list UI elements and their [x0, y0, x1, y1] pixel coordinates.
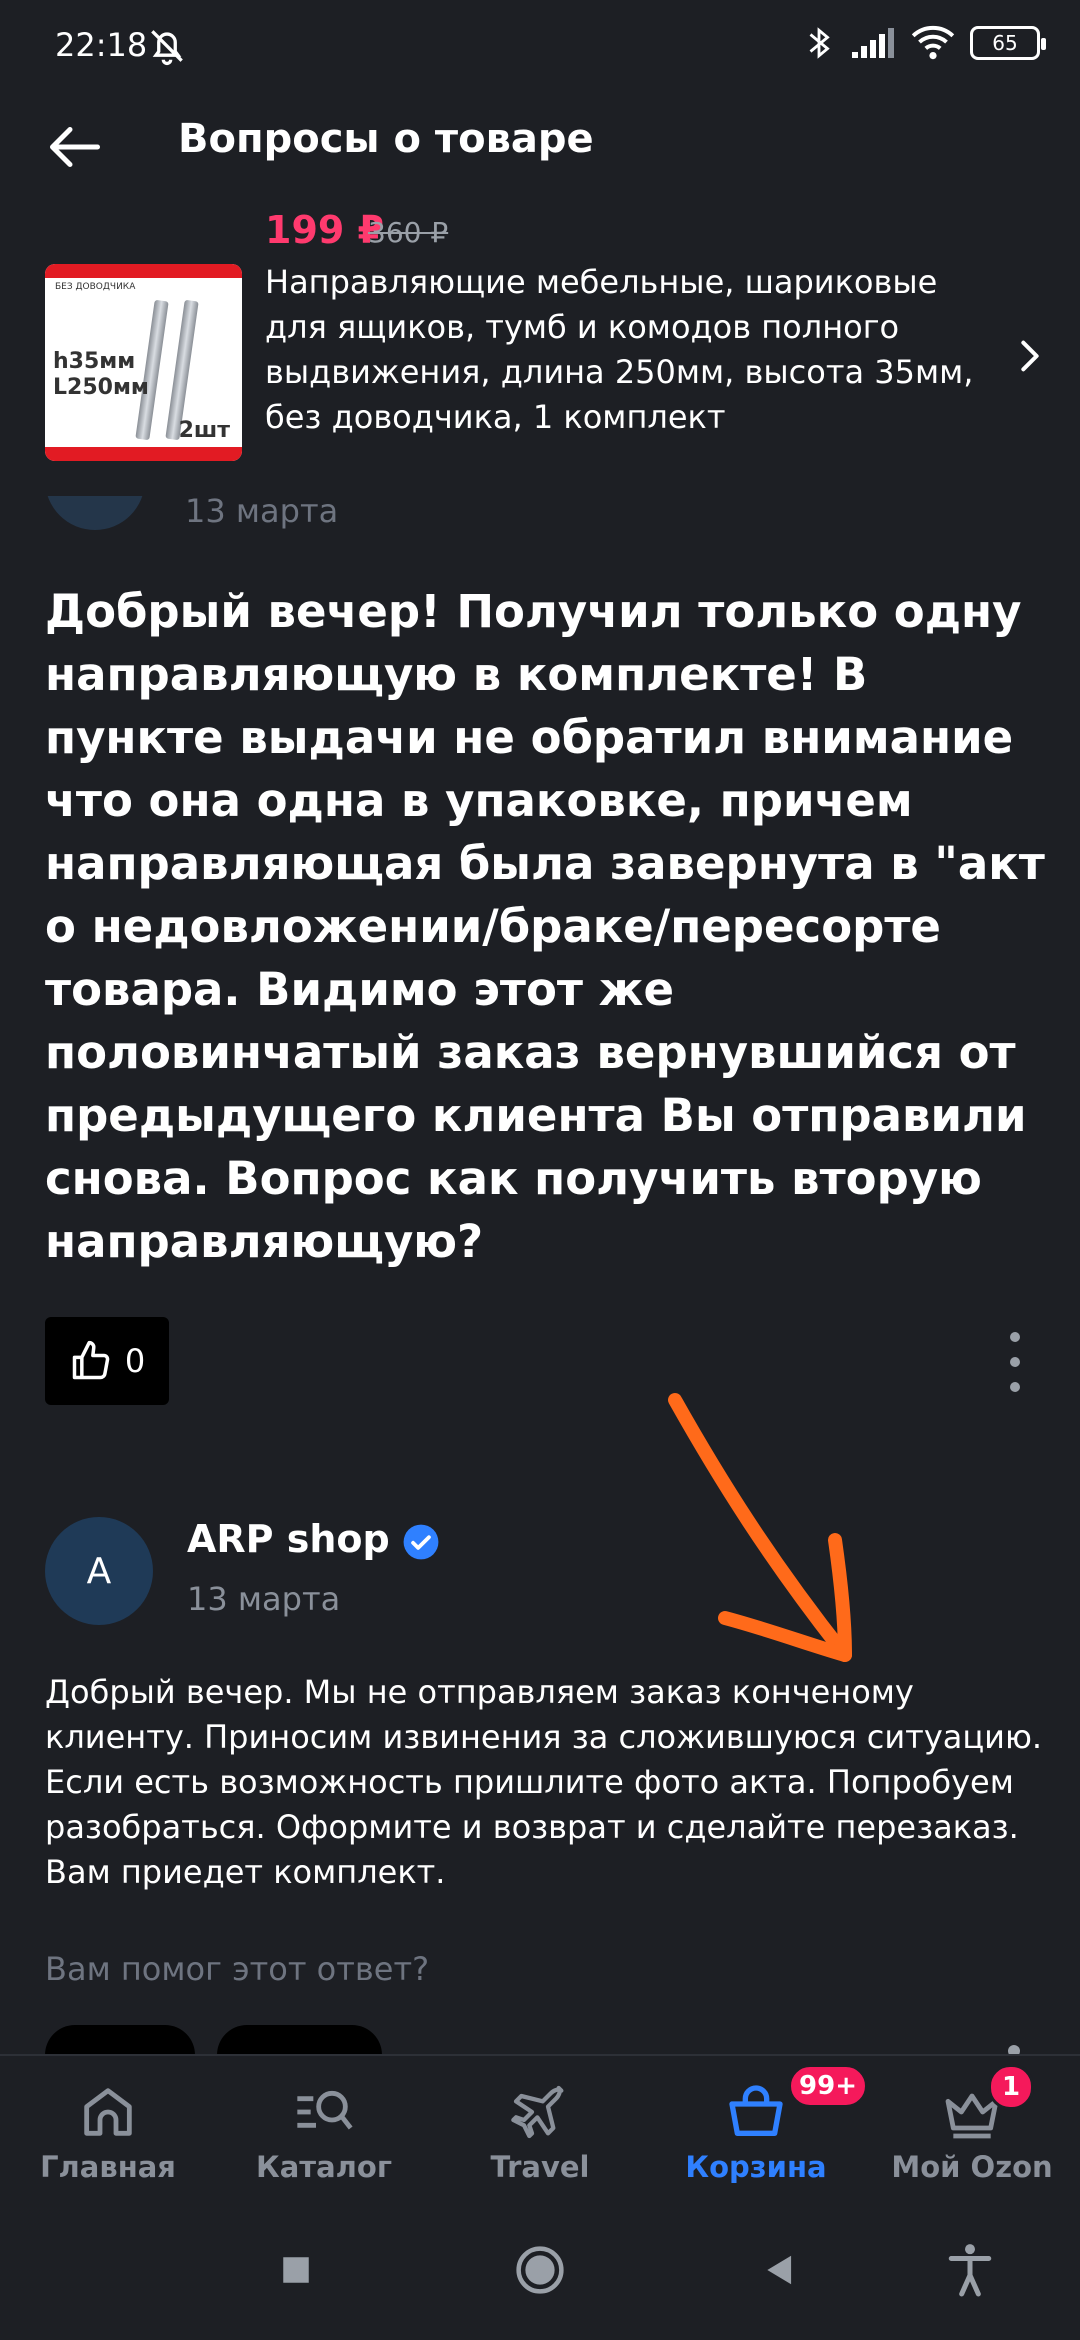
- product-old-price: 360 ₽: [368, 216, 449, 249]
- question-date: 13 марта: [185, 492, 339, 530]
- arrow-left-icon: [50, 127, 100, 167]
- product-image-qty: 2шт: [178, 418, 230, 443]
- chevron-right-icon[interactable]: [1010, 336, 1050, 376]
- product-image-label: БЕЗ ДОВОДЧИКА: [55, 282, 136, 292]
- nav-label-travel: Travel: [490, 2150, 590, 2184]
- system-nav-bar: [0, 2200, 1080, 2340]
- answer-author-avatar: A: [45, 1517, 153, 1625]
- product-card[interactable]: 199 ₽ 360 ₽ БЕЗ ДОВОДЧИКА h35мм L250мм 2…: [0, 196, 1080, 496]
- profile-badge: 1: [988, 2064, 1034, 2110]
- answer-author: ARP shop: [187, 1517, 390, 1561]
- basket-icon: [729, 2085, 783, 2136]
- product-price: 199 ₽: [265, 208, 384, 252]
- cart-badge: 99+: [788, 2064, 868, 2108]
- product-image-dims: h35мм L250мм: [53, 349, 149, 400]
- nav-label-home: Главная: [40, 2150, 176, 2184]
- answer-text: Добрый вечер. Мы не отправляем заказ кон…: [45, 1673, 1043, 1891]
- like-button[interactable]: 0: [45, 1317, 169, 1405]
- status-time: 22:18: [55, 26, 148, 64]
- product-title: Направляющие мебельные, шариковые для ящ…: [265, 263, 974, 436]
- annotation-arrow-icon: [668, 1393, 852, 1662]
- nav-item-catalog[interactable]: Каталог: [216, 2056, 432, 2202]
- accessibility-icon: [948, 2244, 992, 2297]
- recent-apps-button[interactable]: [266, 2240, 326, 2300]
- airplane-icon: [511, 2085, 564, 2139]
- nav-item-home[interactable]: Главная: [0, 2056, 216, 2202]
- circle-icon: [516, 2246, 564, 2294]
- square-icon: [283, 2257, 309, 2283]
- bottom-nav: Главная Каталог Travel Корзина 99+ Мой O…: [0, 2054, 1080, 2200]
- catalog-search-icon: [297, 2090, 353, 2130]
- like-count: 0: [124, 1342, 146, 1380]
- thumbs-up-icon: [72, 1340, 110, 1380]
- home-icon: [84, 2088, 132, 2136]
- signal-icon: [852, 28, 894, 58]
- nav-item-my-ozon[interactable]: Мой Ozon: [864, 2056, 1080, 2202]
- accessibility-button[interactable]: [940, 2240, 1000, 2300]
- battery-indicator: 65: [970, 26, 1046, 60]
- nav-label-cart: Корзина: [685, 2150, 827, 2184]
- triangle-back-icon: [767, 2255, 792, 2285]
- helpful-question: Вам помог этот ответ?: [45, 1950, 430, 1988]
- nav-item-travel[interactable]: Travel: [432, 2056, 648, 2202]
- back-system-button[interactable]: [750, 2240, 810, 2300]
- bluetooth-icon: [809, 27, 830, 59]
- nav-label-my-ozon: Мой Ozon: [891, 2150, 1053, 2184]
- status-bar: 22:18 65: [0, 0, 1080, 96]
- nav-label-catalog: Каталог: [256, 2150, 392, 2184]
- status-icons: 65: [802, 24, 1046, 62]
- page-title: Вопросы о товаре: [178, 116, 594, 162]
- top-bar: Вопросы о товаре: [0, 96, 1080, 186]
- verified-badge-icon: [403, 1524, 439, 1560]
- answer-date: 13 марта: [187, 1580, 341, 1618]
- back-button[interactable]: [40, 112, 110, 182]
- wifi-icon: [911, 25, 955, 60]
- bell-muted-icon: [151, 30, 183, 66]
- question-text: Добрый вечер! Получил только одну направ…: [45, 585, 1045, 1268]
- question-more-button[interactable]: [1000, 1332, 1030, 1392]
- home-system-button[interactable]: [510, 2240, 570, 2300]
- product-image[interactable]: БЕЗ ДОВОДЧИКА h35мм L250мм 2шт: [45, 264, 242, 461]
